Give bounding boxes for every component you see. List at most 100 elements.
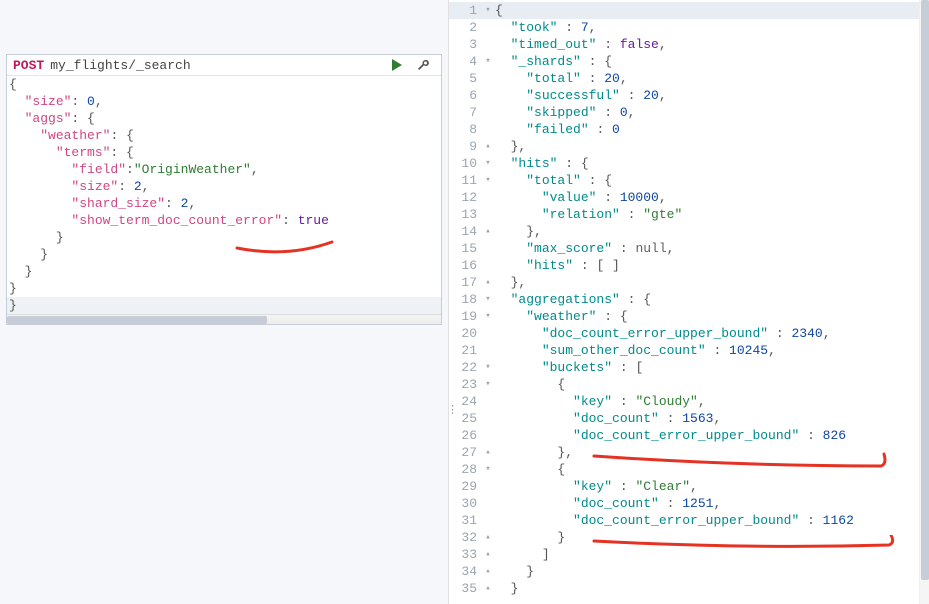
code-line[interactable]: 1▾{	[449, 2, 929, 19]
code-line[interactable]: "shard_size": 2,	[7, 195, 441, 212]
line-number: 34	[449, 563, 483, 580]
line-number: 30	[449, 495, 483, 512]
line-number: 14	[449, 223, 483, 240]
request-editor[interactable]: POST my_flights/_search { "size": 0, "ag…	[6, 54, 442, 325]
fold-toggle[interactable]: ▴	[483, 529, 493, 546]
line-number: 18	[449, 291, 483, 308]
fold-toggle[interactable]: ▾	[483, 359, 493, 376]
horizontal-scrollbar[interactable]	[7, 314, 441, 324]
run-icon[interactable]	[389, 57, 405, 73]
code-line[interactable]: "size": 2,	[7, 178, 441, 195]
code-line[interactable]: 22▾ "buckets" : [	[449, 359, 929, 376]
code-line[interactable]: 10▾ "hits" : {	[449, 155, 929, 172]
line-number: 13	[449, 206, 483, 223]
code-line[interactable]: 26 "doc_count_error_upper_bound" : 826	[449, 427, 929, 444]
fold-toggle[interactable]: ▾	[483, 291, 493, 308]
code-line[interactable]: 15 "max_score" : null,	[449, 240, 929, 257]
fold-toggle[interactable]: ▴	[483, 546, 493, 563]
line-number: 19	[449, 308, 483, 325]
code-line[interactable]: 12 "value" : 10000,	[449, 189, 929, 206]
fold-toggle[interactable]: ▴	[483, 580, 493, 597]
code-line[interactable]: 31 "doc_count_error_upper_bound" : 1162	[449, 512, 929, 529]
code-line[interactable]: 32▴ }	[449, 529, 929, 546]
fold-toggle[interactable]: ▾	[483, 53, 493, 70]
code-line[interactable]: "size": 0,	[7, 93, 441, 110]
code-line[interactable]: 29 "key" : "Clear",	[449, 478, 929, 495]
line-number: 10	[449, 155, 483, 172]
code-line[interactable]: 7 "skipped" : 0,	[449, 104, 929, 121]
code-line[interactable]: 18▾ "aggregations" : {	[449, 291, 929, 308]
fold-toggle[interactable]: ▾	[483, 308, 493, 325]
scrollbar-thumb[interactable]	[921, 0, 929, 580]
code-line[interactable]: "field":"OriginWeather",	[7, 161, 441, 178]
fold-toggle[interactable]: ▴	[483, 223, 493, 240]
line-number: 22	[449, 359, 483, 376]
fold-toggle	[483, 189, 493, 206]
code-line[interactable]: 30 "doc_count" : 1251,	[449, 495, 929, 512]
code-line[interactable]: }	[7, 280, 441, 297]
pane-splitter[interactable]: ⋮	[447, 408, 460, 414]
request-actions	[389, 57, 435, 73]
code-line[interactable]: "weather": {	[7, 127, 441, 144]
fold-toggle[interactable]: ▴	[483, 274, 493, 291]
fold-toggle[interactable]: ▾	[483, 461, 493, 478]
code-line[interactable]: }	[7, 229, 441, 246]
scrollbar-thumb[interactable]	[7, 316, 267, 324]
fold-toggle	[483, 512, 493, 529]
code-line[interactable]: "terms": {	[7, 144, 441, 161]
fold-toggle	[483, 427, 493, 444]
line-number: 3	[449, 36, 483, 53]
code-line[interactable]: 13 "relation" : "gte"	[449, 206, 929, 223]
code-line[interactable]: 24 "key" : "Cloudy",	[449, 393, 929, 410]
code-line[interactable]: 23▾ {	[449, 376, 929, 393]
code-line[interactable]: 17▴ },	[449, 274, 929, 291]
code-line[interactable]: {	[7, 76, 441, 93]
fold-toggle[interactable]: ▾	[483, 2, 493, 19]
line-number: 6	[449, 87, 483, 104]
fold-toggle[interactable]: ▾	[483, 172, 493, 189]
code-line[interactable]: 14▴ },	[449, 223, 929, 240]
code-line[interactable]: 2 "took" : 7,	[449, 19, 929, 36]
fold-toggle[interactable]: ▾	[483, 376, 493, 393]
fold-toggle	[483, 393, 493, 410]
code-line[interactable]: 34▴ }	[449, 563, 929, 580]
code-line[interactable]: 19▾ "weather" : {	[449, 308, 929, 325]
code-line[interactable]: "show_term_doc_count_error": true	[7, 212, 441, 229]
code-line[interactable]: 16 "hits" : [ ]	[449, 257, 929, 274]
line-number: 33	[449, 546, 483, 563]
code-line[interactable]: 33▴ ]	[449, 546, 929, 563]
request-body[interactable]: { "size": 0, "aggs": { "weather": { "ter…	[7, 76, 441, 324]
line-number: 27	[449, 444, 483, 461]
line-number: 28	[449, 461, 483, 478]
code-line[interactable]: 8 "failed" : 0	[449, 121, 929, 138]
code-line[interactable]: 9▴ },	[449, 138, 929, 155]
code-line[interactable]: }	[7, 297, 441, 314]
code-line[interactable]: 35▴ }	[449, 580, 929, 597]
fold-toggle	[483, 206, 493, 223]
fold-toggle	[483, 70, 493, 87]
code-line[interactable]: 4▾ "_shards" : {	[449, 53, 929, 70]
fold-toggle	[483, 121, 493, 138]
code-line[interactable]: }	[7, 263, 441, 280]
code-line[interactable]: }	[7, 246, 441, 263]
code-line[interactable]: 3 "timed_out" : false,	[449, 36, 929, 53]
fold-toggle[interactable]: ▴	[483, 444, 493, 461]
code-line[interactable]: "aggs": {	[7, 110, 441, 127]
line-number: 8	[449, 121, 483, 138]
code-line[interactable]: 28▾ {	[449, 461, 929, 478]
wrench-icon[interactable]	[415, 57, 431, 73]
code-line[interactable]: 11▾ "total" : {	[449, 172, 929, 189]
response-body[interactable]: 1▾{2 "took" : 7,3 "timed_out" : false,4▾…	[449, 0, 929, 597]
code-line[interactable]: 6 "successful" : 20,	[449, 87, 929, 104]
vertical-scrollbar[interactable]	[919, 0, 929, 604]
code-line[interactable]: 20 "doc_count_error_upper_bound" : 2340,	[449, 325, 929, 342]
code-line[interactable]: 5 "total" : 20,	[449, 70, 929, 87]
code-line[interactable]: 21 "sum_other_doc_count" : 10245,	[449, 342, 929, 359]
fold-toggle	[483, 257, 493, 274]
code-line[interactable]: 27▴ },	[449, 444, 929, 461]
fold-toggle[interactable]: ▴	[483, 563, 493, 580]
fold-toggle[interactable]: ▾	[483, 155, 493, 172]
fold-toggle[interactable]: ▴	[483, 138, 493, 155]
fold-toggle	[483, 240, 493, 257]
code-line[interactable]: 25 "doc_count" : 1563,	[449, 410, 929, 427]
